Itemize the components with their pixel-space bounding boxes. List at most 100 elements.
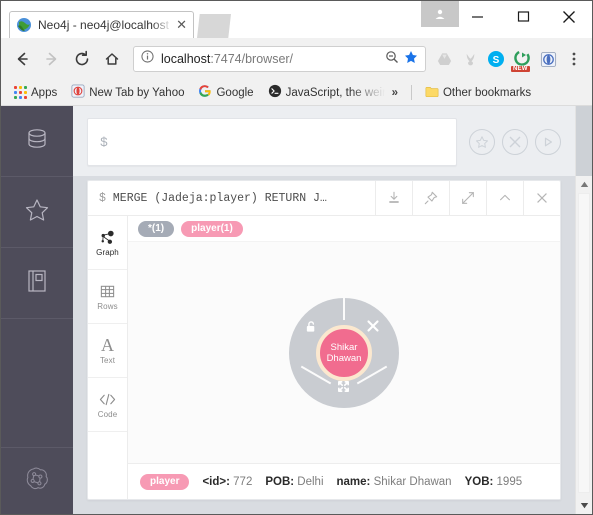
node-properties-bar: player <id>: 772 POB: Delhi name: Shikar…: [128, 463, 560, 499]
property-key: POB:: [265, 475, 295, 488]
graph-view: *(1) player(1) Shikar Dhawan player <id>…: [128, 216, 560, 499]
scrollbar-track-top[interactable]: [576, 106, 592, 176]
favorite-star-button[interactable]: [469, 129, 495, 155]
window-controls: [454, 1, 592, 32]
view-tab-list: Graph Rows A Text Code: [88, 216, 128, 499]
home-icon[interactable]: [97, 44, 127, 74]
opera-widget-icon[interactable]: [536, 47, 560, 71]
legend-pill-all[interactable]: *(1): [138, 220, 175, 237]
legend-pill-player[interactable]: player(1): [181, 220, 243, 237]
status-badge: player: [140, 473, 190, 490]
neo4j-main-panel: $ $ MERGE (Jadeja:player) RETURN J… Grap…: [73, 106, 575, 514]
frame-header: $ MERGE (Jadeja:player) RETURN J…: [88, 181, 560, 216]
view-tab-text[interactable]: A Text: [88, 324, 127, 378]
property-name: name: Shikar Dhawan: [337, 476, 452, 488]
collapse-button[interactable]: [486, 181, 523, 215]
property-id: <id>: 772: [202, 476, 252, 488]
scroll-down-arrow[interactable]: [576, 497, 592, 514]
property-value: Delhi: [297, 475, 324, 488]
close-window-button[interactable]: [546, 1, 592, 32]
url-host: localhost: [161, 52, 211, 66]
scroll-up-arrow[interactable]: [576, 176, 592, 193]
skype-icon[interactable]: S: [484, 47, 508, 71]
text-a-icon: A: [101, 335, 114, 355]
browser-tab[interactable]: Neo4j - neo4j@localhost ✕: [9, 11, 194, 38]
arrow-left-icon[interactable]: [7, 44, 37, 74]
run-query-button[interactable]: [535, 129, 561, 155]
view-tab-label: Code: [97, 409, 118, 419]
scrollbar-thumb[interactable]: [578, 193, 590, 493]
extension-icons: S NEW: [432, 47, 586, 72]
green-shield-icon[interactable]: NEW: [510, 47, 534, 72]
view-tab-graph[interactable]: Graph: [88, 216, 127, 270]
dismiss-node-icon[interactable]: [367, 319, 379, 332]
bookmark-item-google[interactable]: Google: [191, 84, 260, 101]
url-text[interactable]: localhost:7474/browser/: [161, 52, 385, 66]
property-key: name:: [336, 475, 371, 488]
address-bar[interactable]: localhost:7474/browser/: [133, 46, 426, 72]
maximize-button[interactable]: [500, 1, 546, 32]
fullscreen-button[interactable]: [449, 181, 486, 215]
sidebar-item-favorites[interactable]: [1, 177, 73, 248]
new-badge: NEW: [511, 66, 530, 72]
url-path: :7474/browser/: [210, 52, 294, 66]
bookmarks-overflow-button[interactable]: »: [385, 87, 405, 99]
query-editor[interactable]: $: [87, 118, 457, 166]
frame-query-text[interactable]: $ MERGE (Jadeja:player) RETURN J…: [88, 181, 375, 215]
tab-title: Neo4j - neo4j@localhost: [38, 18, 169, 32]
google-g-icon: [198, 84, 212, 101]
documents-icon: [25, 268, 49, 299]
neo4j-brain-icon: [24, 465, 51, 497]
arrow-right-icon: [37, 44, 67, 74]
browser-toolbar: localhost:7474/browser/ S NEW: [1, 38, 592, 80]
browser-window: Neo4j - neo4j@localhost ✕ localhost:7474…: [0, 0, 593, 515]
clear-editor-button[interactable]: [502, 129, 528, 155]
minimize-button[interactable]: [454, 1, 500, 32]
download-button[interactable]: [375, 181, 412, 215]
folder-icon: [425, 85, 439, 101]
close-frame-button[interactable]: [523, 181, 560, 215]
svg-text:S: S: [493, 55, 500, 66]
apps-shortcut[interactable]: Apps: [7, 86, 64, 99]
window-titlebar: Neo4j - neo4j@localhost ✕: [1, 1, 592, 38]
pin-button[interactable]: [412, 181, 449, 215]
frame-body: Graph Rows A Text Code *(1) player(1) Sh…: [88, 216, 560, 499]
neo4j-browser-app: $ $ MERGE (Jadeja:player) RETURN J… Grap…: [1, 106, 592, 514]
star-filled-icon[interactable]: [404, 50, 418, 69]
bookmarks-bar: Apps New Tab by Yahoo Google JavaScript,…: [1, 80, 592, 106]
zoom-out-icon[interactable]: [385, 50, 399, 69]
sidebar-item-about[interactable]: [1, 448, 73, 514]
sidebar-item-database[interactable]: [1, 106, 73, 177]
graph-canvas[interactable]: Shikar Dhawan: [128, 242, 560, 463]
rabbit-icon[interactable]: [458, 47, 482, 71]
tab-close-icon[interactable]: ✕: [176, 17, 187, 33]
google-drive-icon[interactable]: [432, 47, 456, 71]
property-key: <id>:: [202, 475, 230, 488]
view-tab-label: Graph: [96, 247, 119, 257]
kebab-menu-icon[interactable]: [562, 47, 586, 71]
view-tab-rows[interactable]: Rows: [88, 270, 127, 324]
bookmark-label: New Tab by Yahoo: [89, 86, 185, 99]
sidebar-spacer: [1, 319, 73, 448]
bookmark-item-yahoo[interactable]: New Tab by Yahoo: [64, 84, 191, 101]
page-scrollbar[interactable]: [575, 106, 592, 514]
frame-prompt: $: [99, 191, 106, 205]
neo4j-globe-icon: [16, 17, 32, 33]
bookmark-item-javascript[interactable]: JavaScript, the weird p: [261, 84, 402, 101]
sidebar-item-documents[interactable]: [1, 248, 73, 319]
frame-query-value: MERGE (Jadeja:player) RETURN J…: [112, 191, 327, 205]
new-tab-button[interactable]: [197, 14, 231, 38]
graph-node[interactable]: Shikar Dhawan: [316, 324, 372, 381]
bookmarks-divider: [410, 85, 412, 100]
neo4j-sidebar: [1, 106, 73, 514]
expand-node-icon[interactable]: [337, 380, 350, 393]
reload-icon[interactable]: [67, 44, 97, 74]
view-tab-label: Text: [99, 356, 116, 365]
graph-node-label: Shikar Dhawan: [326, 341, 362, 364]
property-value: 772: [233, 475, 253, 488]
unlock-node-icon[interactable]: [305, 320, 318, 333]
property-yob: YOB: 1995: [465, 476, 523, 488]
page-info-icon[interactable]: [141, 50, 154, 68]
view-tab-code[interactable]: Code: [88, 378, 127, 432]
other-bookmarks-folder[interactable]: Other bookmarks: [418, 85, 538, 101]
